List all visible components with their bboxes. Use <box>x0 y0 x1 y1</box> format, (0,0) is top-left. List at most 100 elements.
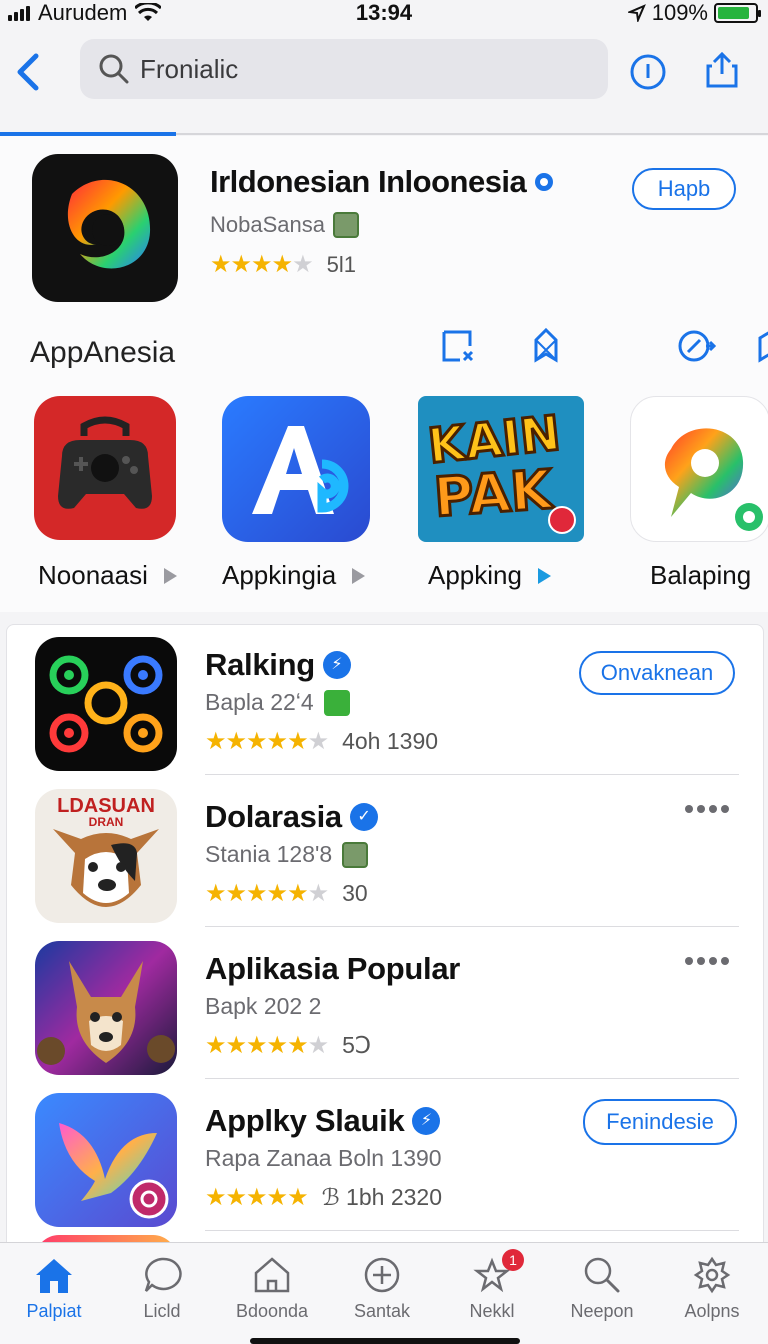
verified-icon: ⚡ <box>322 651 351 679</box>
ralking-app-icon[interactable] <box>35 637 177 771</box>
tab-licld[interactable]: Licld <box>112 1255 212 1322</box>
nav-bar: Fronialic <box>0 28 768 136</box>
tab-nekkl[interactable]: Nekkl 1 <box>442 1249 542 1322</box>
featured-get-button[interactable]: Hapb <box>632 168 736 210</box>
star-rating-icon: ★★★★★★ <box>205 728 329 755</box>
verified-icon: ✓ <box>349 803 378 831</box>
list-item-sub: Stania 128'8 <box>205 841 369 868</box>
list-item-title-text: Ralking <box>205 647 315 682</box>
back-chevron-icon[interactable] <box>8 48 48 96</box>
featured-title[interactable]: Irldonesian Inloonesia <box>210 164 558 200</box>
carousel-label-text: Noonaasi <box>38 560 148 590</box>
share-icon[interactable] <box>702 50 742 90</box>
settings-gear-icon <box>693 1256 731 1294</box>
tab-bdoonda[interactable]: Bdoonda <box>222 1255 322 1322</box>
tab-label: Nekkl <box>469 1301 515 1321</box>
battery-percent: 109% <box>651 0 708 25</box>
star-rating-icon: ★★★★★ <box>205 1184 309 1211</box>
list-item-count: ℬ 1bh 2320 <box>321 1184 442 1210</box>
notification-badge: 1 <box>502 1249 524 1271</box>
carousel-app-appking[interactable]: KAIN PAK <box>418 396 584 542</box>
list-item-sub-text: Bapk 202 2 <box>205 993 322 1019</box>
list-item-sub-text: Stania 128'8 <box>205 841 333 867</box>
star-rating-icon: ★★★★★ <box>210 251 314 278</box>
list-item[interactable]: Aplikasia Popular Bapk 202 2 ★★★★★★ 5Ↄ <box>7 929 765 1079</box>
list-item-count: 30 <box>342 880 368 906</box>
green-badge-icon <box>323 689 350 716</box>
tab-bar: Palpiat Licld Bdoonda Santak Nekkl 1 Nee… <box>0 1242 768 1344</box>
list-item-sub: Bapk 202 2 <box>205 993 321 1020</box>
list-item[interactable]: Applky Slauik ⚡ Rapa Zanaa Boln 1390 ★★★★… <box>7 1081 765 1231</box>
carousel-label-balaping[interactable]: Balaping <box>650 560 751 591</box>
list-item[interactable]: LDASUAN DRAN Dolarasia ✓ Stania 128'8 ★★★… <box>7 777 765 927</box>
tab-label: Santak <box>353 1301 411 1321</box>
carousel-label-appkingia[interactable]: Appkingia <box>222 560 366 591</box>
more-icon[interactable] <box>685 805 729 813</box>
carousel-app-noonaasi[interactable] <box>34 396 176 540</box>
list-item-title-text: Dolarasia <box>205 799 342 834</box>
search-input[interactable]: Fronialic <box>140 54 238 85</box>
home-indicator[interactable] <box>250 1338 520 1344</box>
list-item-count: 5Ↄ <box>342 1032 372 1058</box>
frame-icon[interactable] <box>438 326 478 366</box>
ralking-action-button[interactable]: Onvaknean <box>579 651 735 695</box>
more-icon[interactable] <box>685 957 729 965</box>
play-icon <box>163 567 177 584</box>
status-bar: Aurudem 13:94 109% <box>0 0 768 28</box>
list-item-title-text: Aplikasia Popular <box>205 951 461 986</box>
featured-rating: ★★★★★ 5l1 <box>210 250 356 279</box>
divider <box>205 774 739 775</box>
tab-aolpns[interactable]: Aolpns <box>662 1255 762 1322</box>
list-item-title: Dolarasia ✓ <box>205 799 378 835</box>
featured-section: Irldonesian Inloonesia NobaSansa ★★★★★ 5… <box>0 136 768 612</box>
partial-icon <box>758 331 768 363</box>
compass-arrow-icon[interactable] <box>676 326 716 366</box>
featured-developer: NobaSansa <box>210 212 359 238</box>
carousel-label-text: Appkingia <box>222 560 337 590</box>
tab-palpiat[interactable]: Palpiat <box>4 1255 104 1322</box>
list-item-rating: ★★★★★★ 4oh 1390 <box>205 727 438 756</box>
featured-app-icon[interactable] <box>32 154 178 302</box>
verified-icon: ⚡ <box>412 1107 441 1135</box>
aplikasia-app-icon[interactable] <box>35 941 177 1075</box>
list-item-sub-text: Rapa Zanaa Boln 1390 <box>205 1145 442 1171</box>
badge-icon <box>548 506 576 534</box>
list-item-sub: Bapla 22ʻ4 <box>205 689 350 716</box>
carousel-app-appkingia[interactable] <box>222 396 370 542</box>
tab-santak[interactable]: Santak <box>332 1255 432 1322</box>
applky-app-icon[interactable] <box>35 1093 177 1227</box>
list-item-sub-text: Bapla 22ʻ4 <box>205 689 314 715</box>
featured-title-text: Irldonesian Inloonesia <box>210 164 527 199</box>
search-icon <box>584 1257 620 1293</box>
carousel-label-appking[interactable]: Appking <box>428 560 551 591</box>
carousel-app-balaping[interactable] <box>630 396 768 542</box>
star-rating-icon: ★★★★★★ <box>205 880 329 907</box>
tab-label: Aolpns <box>684 1301 740 1321</box>
house-outline-icon <box>254 1257 290 1293</box>
tab-neepon[interactable]: Neepon <box>552 1255 652 1322</box>
list-item-title: Applky Slauik ⚡ <box>205 1103 441 1139</box>
bag-badge-icon <box>342 841 369 868</box>
location-icon <box>627 4 646 22</box>
award-icon[interactable] <box>526 326 566 366</box>
battery-icon <box>714 3 761 23</box>
home-icon <box>36 1259 72 1293</box>
list-item[interactable]: Ralking ⚡ Bapla 22ʻ4 ★★★★★★ 4oh 1390 Onvak… <box>7 625 765 775</box>
info-icon[interactable] <box>628 50 668 90</box>
app-list: Ralking ⚡ Bapla 22ʻ4 ★★★★★★ 4oh 1390 Onvak… <box>6 624 765 1265</box>
tab-label: Licld <box>143 1301 181 1321</box>
carousel-label-noonaasi[interactable]: Noonaasi <box>38 560 177 591</box>
list-item-title: Aplikasia Popular <box>205 951 460 987</box>
list-item-sub: Rapa Zanaa Boln 1390 <box>205 1145 442 1172</box>
kapak-text-2: PAK <box>430 456 555 530</box>
tab-label: Bdoonda <box>235 1301 309 1321</box>
list-item-rating: ★★★★★ ℬ 1bh 2320 <box>205 1183 442 1212</box>
divider <box>205 1230 739 1231</box>
bag-badge-icon <box>332 212 359 238</box>
search-field[interactable]: Fronialic <box>80 39 608 99</box>
applky-action-button[interactable]: Fenindesie <box>583 1099 737 1145</box>
dolarasia-app-icon[interactable]: LDASUAN DRAN <box>35 789 177 923</box>
list-item-rating: ★★★★★★ 30 <box>205 879 368 908</box>
list-item-count: 4oh 1390 <box>342 728 439 754</box>
plus-circle-icon <box>364 1257 400 1293</box>
